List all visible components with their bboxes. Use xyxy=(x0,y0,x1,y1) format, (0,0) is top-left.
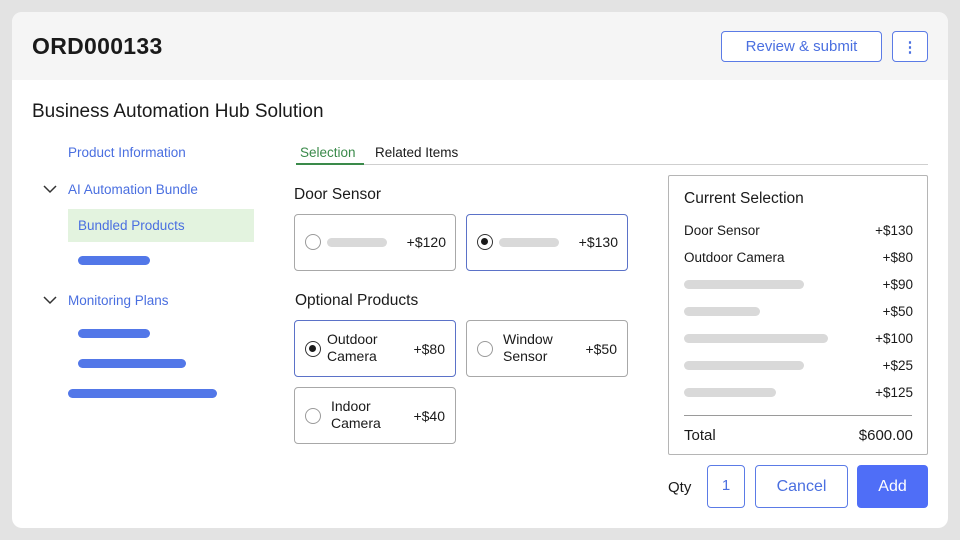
total-label: Total xyxy=(684,427,716,444)
radio-button[interactable] xyxy=(477,341,493,357)
option-price: +$40 xyxy=(413,408,445,424)
option-label-line: Sensor xyxy=(503,348,548,364)
door-sensor-title: Door Sensor xyxy=(294,186,382,203)
option-price: +$50 xyxy=(585,341,617,357)
nav-product-information[interactable]: Product Information xyxy=(68,145,186,160)
summary-item-price: +$80 xyxy=(882,250,913,265)
optional-products-title: Optional Products xyxy=(295,292,419,309)
radio-button[interactable] xyxy=(305,408,321,424)
summary-item-placeholder xyxy=(684,334,828,343)
nav-monitoring-plans[interactable]: Monitoring Plans xyxy=(68,293,169,308)
total-value: $600.00 xyxy=(858,427,913,444)
order-id: ORD000133 xyxy=(32,33,163,59)
summary-item-price: +$130 xyxy=(875,223,913,238)
solution-title: Business Automation Hub Solution xyxy=(32,101,324,122)
cancel-button[interactable]: Cancel xyxy=(755,465,848,508)
summary-item-price: +$100 xyxy=(875,331,913,346)
current-selection-panel: Current Selection Door Sensor +$130 Outd… xyxy=(668,175,928,455)
summary-item-label: Outdoor Camera xyxy=(684,250,785,265)
nav-placeholder-item[interactable] xyxy=(78,329,150,338)
summary-item-placeholder xyxy=(684,307,760,316)
door-sensor-option[interactable]: +$130 xyxy=(466,214,628,271)
nav-placeholder-item[interactable] xyxy=(68,389,217,398)
summary-item-price: +$90 xyxy=(882,277,913,292)
active-tab-indicator xyxy=(296,163,364,165)
radio-button-selected[interactable] xyxy=(305,341,321,357)
product-configurator-card: ORD000133 Review & submit ⋮ Business Aut… xyxy=(12,12,948,528)
summary-divider xyxy=(684,415,912,416)
nav-bundled-products[interactable]: Bundled Products xyxy=(68,209,254,242)
review-submit-button[interactable]: Review & submit xyxy=(721,31,882,62)
option-label-line: Indoor xyxy=(331,398,371,414)
nav-ai-automation-bundle[interactable]: AI Automation Bundle xyxy=(68,182,198,197)
add-button[interactable]: Add xyxy=(857,465,928,508)
optional-product-option[interactable]: Window Sensor +$50 xyxy=(466,320,628,377)
chevron-down-icon[interactable] xyxy=(42,181,58,197)
option-name-placeholder xyxy=(327,238,387,247)
summary-item-price: +$125 xyxy=(875,385,913,400)
option-name-placeholder xyxy=(499,238,559,247)
kebab-menu-icon: ⋮ xyxy=(902,38,918,56)
summary-title: Current Selection xyxy=(684,190,804,207)
summary-item-placeholder xyxy=(684,361,804,370)
radio-button-selected[interactable] xyxy=(477,234,493,250)
option-price: +$120 xyxy=(406,234,446,250)
optional-product-option[interactable]: Indoor Camera +$40 xyxy=(294,387,456,444)
chevron-down-icon[interactable] xyxy=(42,292,58,308)
nav-placeholder-item[interactable] xyxy=(78,359,186,368)
summary-item-placeholder xyxy=(684,388,776,397)
option-label-line: Camera xyxy=(331,415,381,431)
option-label-line: Window xyxy=(503,331,553,347)
tab-bar: Selection Related Items xyxy=(296,143,928,165)
option-price: +$80 xyxy=(413,341,445,357)
header: ORD000133 Review & submit ⋮ xyxy=(12,12,948,80)
tab-related-items[interactable]: Related Items xyxy=(375,145,458,160)
qty-input[interactable]: 1 xyxy=(707,465,745,508)
option-price: +$130 xyxy=(578,234,618,250)
optional-product-option[interactable]: Outdoor Camera +$80 xyxy=(294,320,456,377)
summary-item-placeholder xyxy=(684,280,804,289)
door-sensor-option[interactable]: +$120 xyxy=(294,214,456,271)
summary-item-label: Door Sensor xyxy=(684,223,760,238)
qty-label: Qty xyxy=(668,479,692,496)
summary-item-price: +$50 xyxy=(882,304,913,319)
option-label: Indoor Camera xyxy=(331,398,381,432)
option-label: Outdoor Camera xyxy=(327,331,378,365)
radio-button[interactable] xyxy=(305,234,321,250)
tab-selection[interactable]: Selection xyxy=(300,145,356,160)
nav-bundled-products-label: Bundled Products xyxy=(78,218,185,233)
option-label: Window Sensor xyxy=(503,331,553,365)
option-label-line: Outdoor xyxy=(327,331,378,347)
more-options-button[interactable]: ⋮ xyxy=(892,31,928,62)
summary-item-price: +$25 xyxy=(882,358,913,373)
nav-placeholder-item[interactable] xyxy=(78,256,150,265)
option-label-line: Camera xyxy=(327,348,377,364)
